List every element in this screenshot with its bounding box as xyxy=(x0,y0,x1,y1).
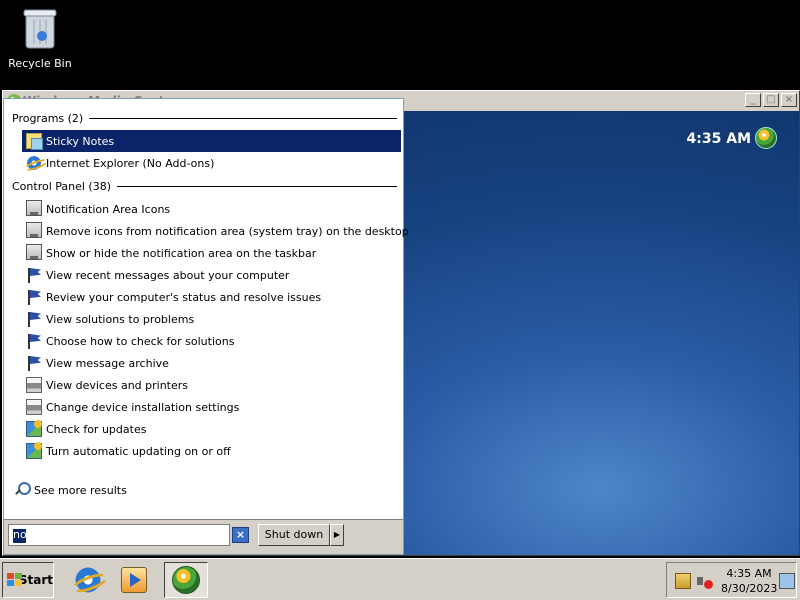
result-check-for-updates[interactable]: Check for updates xyxy=(22,418,401,440)
action-center-flag-icon xyxy=(26,311,42,327)
result-internet-explorer[interactable]: Internet Explorer (No Add-ons) xyxy=(22,152,401,174)
search-input[interactable] xyxy=(13,528,225,541)
taskbar-media-player[interactable] xyxy=(112,562,156,598)
recycle-bin-icon xyxy=(23,9,57,49)
windows-media-player-icon xyxy=(121,567,147,593)
divider xyxy=(117,185,397,187)
result-label: Check for updates xyxy=(46,422,147,436)
result-review-computer-status[interactable]: Review your computer's status and resolv… xyxy=(22,286,401,308)
search-box[interactable] xyxy=(8,524,230,546)
result-label: Show or hide the notification area on th… xyxy=(46,246,317,260)
internet-explorer-icon xyxy=(26,155,42,171)
see-more-label: See more results xyxy=(34,483,127,497)
programs-group-header[interactable]: Programs (2) xyxy=(12,110,397,126)
action-center-flag-icon xyxy=(26,355,42,371)
result-label: Choose how to check for solutions xyxy=(46,334,235,348)
divider xyxy=(89,117,397,119)
volume-muted-icon[interactable] xyxy=(697,573,713,589)
action-center-flag-icon xyxy=(26,289,42,305)
tray-clock[interactable]: 4:35 AM 8/30/2023 xyxy=(721,566,777,596)
result-label: View solutions to problems xyxy=(46,312,195,326)
result-notification-area-icons[interactable]: Notification Area Icons xyxy=(22,198,401,220)
notification-area-icon xyxy=(26,199,42,216)
result-label: Notification Area Icons xyxy=(46,202,171,216)
magnifier-icon xyxy=(14,482,31,498)
result-label: Review your computer's status and resolv… xyxy=(46,290,322,304)
result-label: Sticky Notes xyxy=(46,134,115,148)
tray-date: 8/30/2023 xyxy=(721,582,778,595)
result-show-hide-notification-area[interactable]: Show or hide the notification area on th… xyxy=(22,242,401,264)
windows-logo-icon xyxy=(7,573,22,587)
sticky-notes-icon xyxy=(26,133,43,150)
minimize-button[interactable]: _ xyxy=(745,93,761,107)
show-desktop-icon[interactable] xyxy=(779,573,795,589)
recycle-bin-label: Recycle Bin xyxy=(8,57,72,70)
start-button[interactable]: Start xyxy=(2,562,54,598)
result-label: View message archive xyxy=(46,356,169,370)
windows-update-icon xyxy=(26,442,42,459)
windows-media-center-icon xyxy=(172,566,200,594)
close-button[interactable]: × xyxy=(781,93,797,107)
action-center-tray-icon[interactable] xyxy=(675,573,691,589)
result-label: View recent messages about your computer xyxy=(46,268,290,282)
devices-printers-icon xyxy=(26,377,42,393)
taskbar-media-center[interactable] xyxy=(164,562,208,598)
result-automatic-updating[interactable]: Turn automatic updating on or off xyxy=(22,440,401,462)
recycle-bin-desktop-icon[interactable]: Recycle Bin xyxy=(6,6,74,70)
result-view-solutions[interactable]: View solutions to problems xyxy=(22,308,401,330)
devices-printers-icon xyxy=(26,399,42,415)
result-view-recent-messages[interactable]: View recent messages about your computer xyxy=(22,264,401,286)
notification-area-icon xyxy=(26,221,42,238)
programs-header-label: Programs (2) xyxy=(12,111,84,125)
internet-explorer-icon xyxy=(74,566,102,594)
result-label: Turn automatic updating on or off xyxy=(46,444,231,458)
taskbar-internet-explorer[interactable] xyxy=(66,562,110,598)
result-device-installation-settings[interactable]: Change device installation settings xyxy=(22,396,401,418)
result-check-for-solutions[interactable]: Choose how to check for solutions xyxy=(22,330,401,352)
shut-down-button[interactable]: Shut down xyxy=(258,524,330,546)
control-panel-group-header[interactable]: Control Panel (38) xyxy=(12,178,397,194)
taskbar: Start 4:35 AM 8/30/2023 xyxy=(0,558,800,600)
result-label: Internet Explorer (No Add-ons) xyxy=(46,156,215,170)
action-center-flag-icon xyxy=(26,333,42,349)
action-center-flag-icon xyxy=(26,267,42,283)
media-center-clock: 4:35 AM xyxy=(686,131,751,147)
result-remove-tray-icons[interactable]: Remove icons from notification area (sys… xyxy=(22,220,409,242)
shut-down-options-arrow[interactable]: ▶ xyxy=(330,524,344,546)
media-center-logo-icon[interactable] xyxy=(755,127,777,149)
maximize-button[interactable]: □ xyxy=(763,93,779,107)
result-devices-and-printers[interactable]: View devices and printers xyxy=(22,374,401,396)
result-label: Change device installation settings xyxy=(46,400,240,414)
start-menu-search-results: Programs (2) Sticky Notes Internet Explo… xyxy=(3,98,409,555)
start-label: Start xyxy=(18,573,53,587)
result-label: View devices and printers xyxy=(46,378,189,392)
notification-area-icon xyxy=(26,243,42,260)
result-sticky-notes[interactable]: Sticky Notes xyxy=(22,130,401,152)
result-label: Remove icons from notification area (sys… xyxy=(46,224,409,238)
tray-time: 4:35 AM xyxy=(726,567,772,580)
result-view-message-archive[interactable]: View message archive xyxy=(22,352,401,374)
see-more-results-link[interactable]: See more results xyxy=(14,482,127,498)
notification-area: 4:35 AM 8/30/2023 xyxy=(666,562,797,598)
control-panel-header-label: Control Panel (38) xyxy=(12,179,112,193)
windows-update-icon xyxy=(26,420,42,437)
clear-search-button[interactable]: × xyxy=(232,527,249,543)
start-menu-bottom-bar: × Shut down ▶ xyxy=(4,519,403,554)
